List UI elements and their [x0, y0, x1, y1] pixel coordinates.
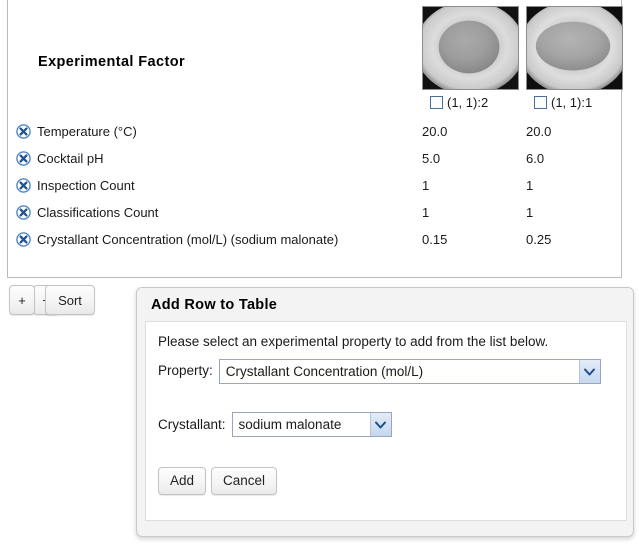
- add-button[interactable]: Add: [158, 467, 207, 495]
- delete-circle-x-icon[interactable]: [16, 124, 31, 139]
- property-field-row: Property: Crystallant Concentration (mol…: [158, 357, 614, 385]
- table-row: Classifications Count 1 1: [8, 201, 621, 228]
- chevron-down-icon[interactable]: [369, 413, 391, 437]
- drop-image-oval-icon: [526, 6, 623, 90]
- crystallant-field-label: Crystallant:: [158, 417, 226, 433]
- column-label-1: (1, 1):2: [447, 95, 489, 110]
- row-value-col2: 0.25: [526, 232, 552, 247]
- column-checkbox-1[interactable]: [430, 96, 443, 109]
- row-label-cell: Classifications Count: [16, 205, 158, 220]
- row-value-col2: 6.0: [526, 151, 545, 166]
- dialog-title: Add Row to Table: [151, 296, 278, 313]
- add-row-dialog: Add Row to Table Please select an experi…: [136, 287, 634, 537]
- row-value-col2: 1: [526, 178, 534, 193]
- row-value-col1: 1: [422, 205, 430, 220]
- row-value-col1: 0.15: [422, 232, 448, 247]
- delete-circle-x-icon[interactable]: [16, 232, 31, 247]
- row-label-cell: Inspection Count: [16, 178, 135, 193]
- row-label: Inspection Count: [37, 178, 135, 193]
- delete-circle-x-icon[interactable]: [16, 178, 31, 193]
- dialog-instructions: Please select an experimental property t…: [158, 334, 549, 349]
- drop-image-round-icon: [422, 6, 519, 90]
- column-checkbox-2[interactable]: [534, 96, 547, 109]
- row-value-col2: 1: [526, 205, 534, 220]
- row-label: Classifications Count: [37, 205, 159, 220]
- row-label: Cocktail pH: [37, 151, 104, 166]
- row-value-col1: 20.0: [422, 124, 448, 139]
- table-row: Temperature (°C) 20.0 20.0: [8, 120, 621, 147]
- dialog-button-bar: Add Cancel: [158, 467, 278, 495]
- chevron-down-icon[interactable]: [578, 360, 600, 384]
- cancel-button[interactable]: Cancel: [211, 467, 278, 495]
- row-label: Crystallant Concentration (mol/L) (sodiu…: [37, 232, 339, 247]
- table-row: Crystallant Concentration (mol/L) (sodiu…: [8, 228, 621, 255]
- dialog-titlebar: Add Row to Table: [137, 288, 633, 321]
- property-field-label: Property:: [158, 363, 213, 379]
- row-label: Temperature (°C): [37, 124, 137, 139]
- row-label-cell: Temperature (°C): [16, 124, 137, 139]
- table-row: Inspection Count 1 1: [8, 174, 621, 201]
- column-header-1[interactable]: (1, 1):2: [430, 95, 488, 110]
- delete-circle-x-icon[interactable]: [16, 151, 31, 166]
- row-value-col1: 1: [422, 178, 430, 193]
- property-select[interactable]: Crystallant Concentration (mol/L): [218, 359, 601, 385]
- property-select-value: Crystallant Concentration (mol/L): [225, 364, 424, 380]
- column-label-2: (1, 1):1: [551, 95, 593, 110]
- crystallant-select-value: sodium malonate: [238, 417, 342, 433]
- drop-thumbnail-2[interactable]: [526, 6, 623, 90]
- dialog-body: Please select an experimental property t…: [145, 321, 627, 521]
- experimental-factor-table-panel: Experimental Factor (1, 1):2 (1, 1):1 Te…: [7, 0, 623, 278]
- row-value-col1: 5.0: [422, 151, 441, 166]
- row-label-cell: Cocktail pH: [16, 151, 103, 166]
- delete-circle-x-icon[interactable]: [16, 205, 31, 220]
- crystallant-select[interactable]: sodium malonate: [231, 412, 392, 438]
- table-row: Cocktail pH 5.0 6.0: [8, 147, 621, 174]
- add-row-button[interactable]: +: [9, 285, 35, 315]
- page-title: Experimental Factor: [38, 54, 186, 70]
- row-label-cell: Crystallant Concentration (mol/L) (sodiu…: [16, 232, 338, 247]
- row-value-col2: 20.0: [526, 124, 552, 139]
- sort-button[interactable]: Sort: [45, 285, 95, 315]
- crystallant-field-row: Crystallant: sodium malonate: [158, 412, 614, 438]
- drop-thumbnail-1[interactable]: [422, 6, 519, 90]
- column-header-2[interactable]: (1, 1):1: [534, 95, 592, 110]
